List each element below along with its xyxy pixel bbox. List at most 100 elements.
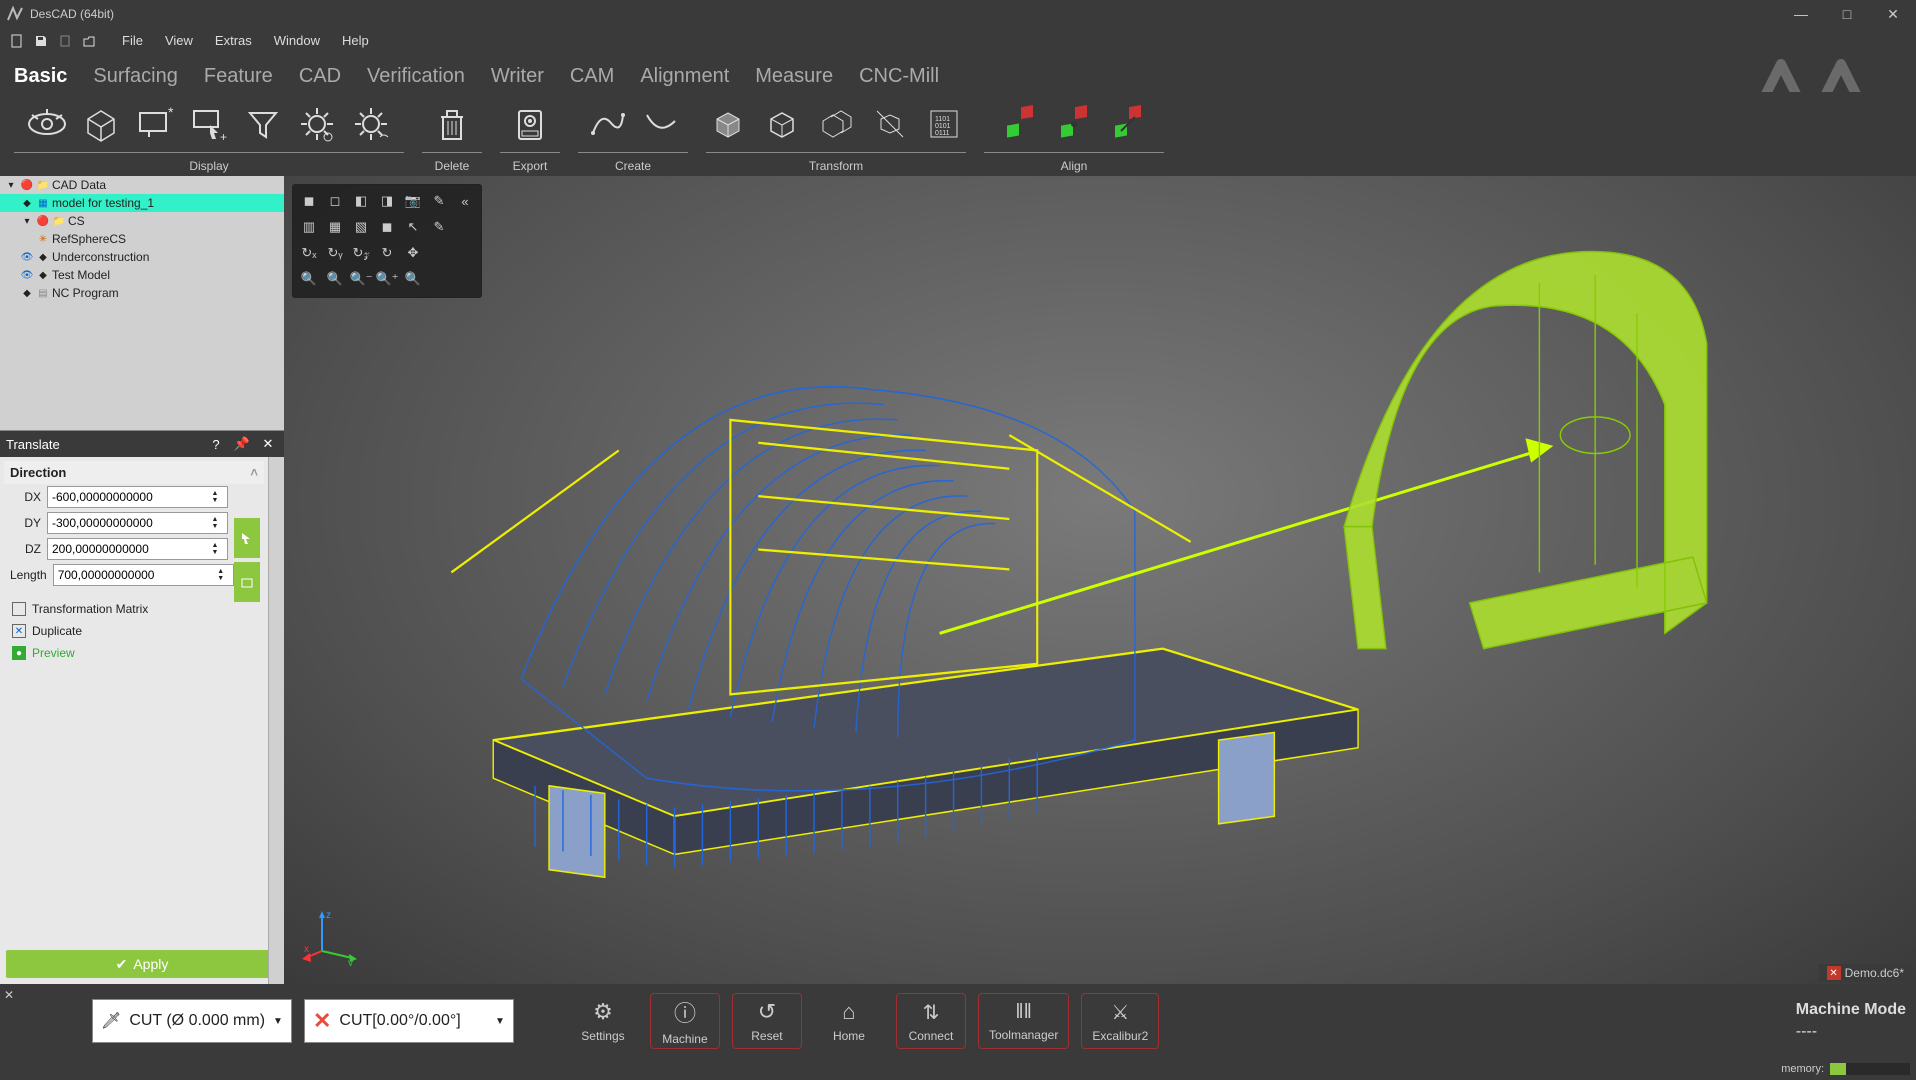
tree-label: Test Model (52, 268, 110, 282)
chk-preview[interactable]: ● Preview (4, 642, 264, 664)
reset-button[interactable]: ↺ Reset (732, 993, 802, 1049)
viewport-3d[interactable]: ◼ ◻ ◧ ◨ 📷 ✎ « ▥ ▦ ▧ ◼ ↖ ✎ ↻ₓ ↻ᵧ ↻𝓏 ↻ (284, 176, 1916, 984)
drill-icon: 🗡 (101, 1011, 121, 1031)
reset-icon: ↺ (758, 999, 776, 1025)
transform-cube1-button[interactable] (704, 100, 752, 148)
create-curve1-button[interactable] (582, 100, 630, 148)
close-doc-icon[interactable]: ✕ (1827, 966, 1841, 980)
tab-basic[interactable]: Basic (14, 65, 67, 92)
layer-icon: ◆ (20, 286, 34, 300)
collapse-icon[interactable]: ▾ (20, 214, 34, 228)
view-eye-button[interactable] (23, 100, 71, 148)
document-tab[interactable]: ✕ Demo.dc6* (1819, 964, 1912, 982)
connect-button[interactable]: ⇅ Connect (896, 993, 966, 1049)
machine-button[interactable]: ⓘ Machine (650, 993, 720, 1049)
spinner[interactable]: ▲▼ (207, 542, 223, 556)
ribbon-group-delete: Delete (422, 96, 482, 176)
section-direction[interactable]: Direction ˄ (4, 461, 264, 484)
close-button[interactable]: ✕ (1870, 0, 1916, 28)
apply-button[interactable]: ✔ Apply (6, 950, 278, 978)
close-icon[interactable]: ✕ (258, 434, 278, 454)
spinner[interactable]: ▲▼ (213, 568, 229, 582)
filter-button[interactable] (239, 100, 287, 148)
paste-icon[interactable] (54, 30, 76, 52)
spinner[interactable]: ▲▼ (207, 516, 223, 530)
eye-icon[interactable]: 👁 (20, 250, 34, 264)
tab-feature[interactable]: Feature (204, 65, 273, 92)
chk-matrix[interactable]: Transformation Matrix (4, 598, 264, 620)
create-curve2-button[interactable] (636, 100, 684, 148)
dz-input[interactable] (52, 542, 207, 556)
dx-input[interactable] (52, 490, 207, 504)
tab-surfacing[interactable]: Surfacing (93, 65, 178, 92)
svg-text:1101: 1101 (935, 116, 950, 123)
menu-window[interactable]: Window (264, 28, 330, 54)
sheet-icon: ▦ (36, 196, 50, 210)
collapse-icon[interactable]: ▾ (4, 178, 18, 192)
view-monitor-button[interactable]: * (131, 100, 179, 148)
status-bar: memory: (0, 1058, 1916, 1080)
tree-item[interactable]: ◆ ▤ NC Program (0, 284, 284, 302)
help-icon[interactable]: ? (206, 434, 226, 454)
align-3-button[interactable] (1104, 100, 1152, 148)
tab-cncmill[interactable]: CNC-Mill (859, 65, 939, 92)
tab-cam[interactable]: CAM (570, 65, 614, 92)
x-red-icon: ✕ (313, 1008, 331, 1034)
transform-matrix-button[interactable]: 110101010111 (920, 100, 968, 148)
pick-direction-button[interactable] (234, 518, 260, 558)
minimize-button[interactable]: ― (1778, 0, 1824, 28)
new-icon[interactable] (6, 30, 28, 52)
length-label: Length (10, 568, 47, 582)
home-button[interactable]: ⌂ Home (814, 993, 884, 1049)
tree-label: Underconstruction (52, 250, 149, 264)
pick-plane-button[interactable] (234, 562, 260, 602)
layer-icon: ◆ (20, 196, 34, 210)
tree-item[interactable]: 👁 ◆ Test Model (0, 266, 284, 284)
menu-view[interactable]: View (155, 28, 203, 54)
tool-dropdown-1[interactable]: 🗡 CUT (Ø 0.000 mm) ▼ (92, 999, 292, 1043)
tab-writer[interactable]: Writer (491, 65, 544, 92)
tree-item[interactable]: ◆ ▦ model for testing_1 (0, 194, 284, 212)
tree-item[interactable]: ▾ 🔴 📁 CS (0, 212, 284, 230)
spinner[interactable]: ▲▼ (207, 490, 223, 504)
excalibur-button[interactable]: ⚔ Excalibur2 (1081, 993, 1159, 1049)
transform-cube3-button[interactable] (812, 100, 860, 148)
toolmanager-button[interactable]: ‖‖ Toolmanager (978, 993, 1069, 1049)
pin-icon[interactable]: 📌 (232, 434, 252, 454)
view-select-button[interactable]: + (185, 100, 233, 148)
settings-gear1-button[interactable] (293, 100, 341, 148)
open-icon[interactable] (78, 30, 100, 52)
tab-cad[interactable]: CAD (299, 65, 341, 92)
align-2-button[interactable] (1050, 100, 1098, 148)
tab-alignment[interactable]: Alignment (640, 65, 729, 92)
dy-input[interactable] (52, 516, 207, 530)
transform-cube2-button[interactable] (758, 100, 806, 148)
chk-duplicate[interactable]: ✕ Duplicate (4, 620, 264, 642)
align-1-button[interactable] (996, 100, 1044, 148)
tab-measure[interactable]: Measure (755, 65, 833, 92)
ribbon-content: * + Display Delete Export Create (0, 92, 1916, 176)
tree-item[interactable]: ✳ RefSphereCS (0, 230, 284, 248)
settings-button[interactable]: ⚙ Settings (568, 993, 638, 1049)
layer-icon: ◆ (36, 268, 50, 282)
settings-gear2-button[interactable] (347, 100, 395, 148)
tree-item[interactable]: 👁 ◆ Underconstruction (0, 248, 284, 266)
view-box-button[interactable] (77, 100, 125, 148)
menu-extras[interactable]: Extras (205, 28, 262, 54)
dx-label: DX (10, 490, 41, 504)
export-button[interactable] (506, 100, 554, 148)
tool-dropdown-2[interactable]: ✕ CUT[0.00°/0.00°] ▼ (304, 999, 514, 1043)
eye-icon[interactable]: 👁 (20, 268, 34, 282)
maximize-button[interactable]: □ (1824, 0, 1870, 28)
cs-icon: ✳ (36, 232, 50, 246)
delete-button[interactable] (428, 100, 476, 148)
menu-help[interactable]: Help (332, 28, 379, 54)
tab-verification[interactable]: Verification (367, 65, 465, 92)
tree-root[interactable]: ▾ 🔴 📁 CAD Data (0, 176, 284, 194)
scrollbar[interactable] (268, 457, 284, 984)
close-bottombar-icon[interactable]: ✕ (4, 988, 20, 1004)
transform-cube4-button[interactable] (866, 100, 914, 148)
length-input[interactable] (58, 568, 213, 582)
menu-file[interactable]: File (112, 28, 153, 54)
save-icon[interactable] (30, 30, 52, 52)
